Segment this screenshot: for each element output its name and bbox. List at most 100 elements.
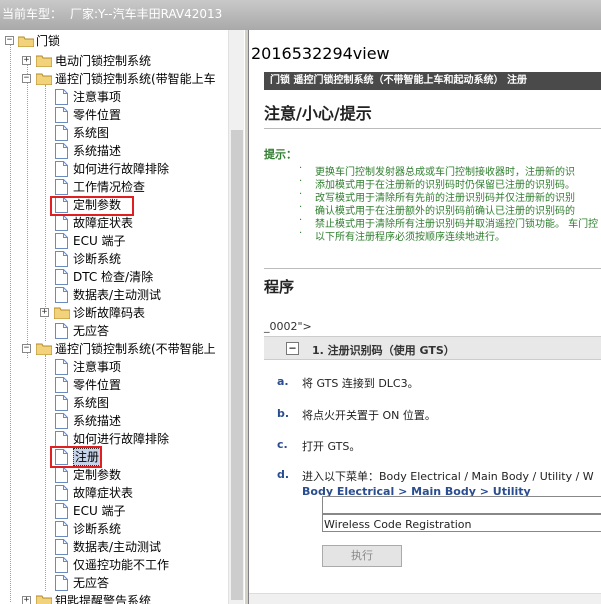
collapse-icon[interactable]: − [286, 342, 299, 355]
collapse-icon[interactable]: − [22, 344, 31, 353]
document-icon [55, 269, 68, 285]
tree-item-label: 系统描述 [73, 414, 122, 428]
tree-item[interactable]: 故障症状表 [0, 484, 228, 502]
content-pane: 2016532294view 门锁 遥控门锁控制系统（不带智能上车和起动系统） … [249, 30, 601, 604]
document-id: 2016532294view [251, 44, 390, 63]
document-icon [55, 125, 68, 141]
execute-button[interactable]: 执行 [322, 545, 402, 567]
navigation-tree: − 门锁 + 电动门锁控制系统 − 遥控门锁控制系统(带智能上车 注意事项零件位… [0, 30, 244, 604]
folder-open-icon [36, 343, 52, 355]
tree-item-label: 诊断系统 [73, 522, 122, 536]
step-letter: c. [277, 438, 288, 451]
tree-item[interactable]: 系统描述 [0, 142, 228, 160]
folder-open-icon [18, 35, 34, 47]
document-icon [55, 143, 68, 159]
tree-node-remote-lock-no-smart[interactable]: − 遥控门锁控制系统(不带智能上 [0, 340, 228, 358]
expand-icon[interactable]: + [40, 308, 49, 317]
tree-item[interactable]: 无应答 [0, 574, 228, 592]
document-icon [55, 179, 68, 195]
tree-node-root[interactable]: − 门锁 [0, 32, 228, 50]
tree-item[interactable]: 仅遥控功能不工作 [0, 556, 228, 574]
tree-node-power-door-lock[interactable]: + 电动门锁控制系统 [0, 52, 228, 70]
tree-item-label: 数据表/主动测试 [73, 288, 162, 302]
folder-icon [36, 55, 52, 67]
expand-icon[interactable]: + [22, 596, 31, 604]
expand-icon[interactable]: + [22, 56, 31, 65]
tree-item-label: 如何进行故障排除 [73, 162, 170, 176]
tree-item[interactable]: 注意事项 [0, 358, 228, 376]
document-icon [55, 521, 68, 537]
tree-item[interactable]: ECU 端子 [0, 232, 228, 250]
tree-label-folder3: 遥控门锁控制系统(不带智能上 [55, 342, 216, 356]
document-icon [55, 251, 68, 267]
tree-item[interactable]: 系统描述 [0, 412, 228, 430]
step-letter: d. [277, 468, 290, 481]
tree-label-folder2: 遥控门锁控制系统(带智能上车 [55, 72, 216, 86]
tree-scrollbar[interactable] [228, 30, 244, 604]
document-icon [55, 503, 68, 519]
tree-item[interactable]: 零件位置 [0, 106, 228, 124]
step-text: 将 GTS 连接到 DLC3。 [302, 377, 419, 390]
tree-item-label: ECU 端子 [73, 234, 126, 248]
vehicle-label: 当前车型： [2, 7, 63, 21]
tree-item-label: ECU 端子 [73, 504, 126, 518]
tree-item[interactable]: 注册 [0, 448, 228, 466]
title-bar: 当前车型： 厂家:Y--汽车丰田RAV42013 [0, 0, 601, 30]
tree-node-key-reminder[interactable]: + 钥匙提醒警告系统 [0, 592, 228, 604]
tree-item[interactable]: DTC 检查/清除 [0, 268, 228, 286]
divider [264, 128, 601, 129]
tree-item-label: 故障症状表 [73, 486, 134, 500]
tree-item-label: 零件位置 [73, 108, 122, 122]
tree-item[interactable]: 系统图 [0, 394, 228, 412]
tree-item-label: 系统图 [73, 126, 110, 140]
document-icon [55, 377, 68, 393]
bullet: · [299, 189, 303, 200]
tree-item[interactable]: 如何进行故障排除 [0, 160, 228, 178]
tree-node-dtc-table[interactable]: + 诊断故障码表 [0, 304, 228, 322]
step-header[interactable]: − 1. 注册识别码（使用 GTS） [264, 336, 601, 360]
tree-item[interactable]: 数据表/主动测试 [0, 286, 228, 304]
tree-item-label: 无应答 [73, 324, 110, 338]
tree-item[interactable]: 工作情况检查 [0, 178, 228, 196]
tree-node-remote-lock-smart[interactable]: − 遥控门锁控制系统(带智能上车 [0, 70, 228, 88]
folder-open-icon [36, 73, 52, 85]
tree-item[interactable]: 系统图 [0, 124, 228, 142]
empty-field [322, 496, 601, 514]
step-letter: a. [277, 375, 289, 388]
vehicle-name: 厂家:Y--汽车丰田RAV42013 [70, 7, 223, 21]
bullet: · [299, 163, 303, 174]
highlight-box-custom-params [50, 196, 134, 216]
tree-item[interactable]: 诊断系统 [0, 520, 228, 538]
bullet: · [299, 202, 303, 213]
tree-item-label: 无应答 [73, 576, 110, 590]
folder-icon [36, 595, 52, 604]
tree-item-label: 注意事项 [73, 360, 122, 374]
document-icon [55, 107, 68, 123]
collapse-icon[interactable]: − [22, 74, 31, 83]
collapse-icon[interactable]: − [5, 36, 14, 45]
bullet: · [299, 228, 303, 239]
tree-item[interactable]: 如何进行故障排除 [0, 430, 228, 448]
document-icon [55, 323, 68, 339]
tree-item-no-response-1[interactable]: 无应答 [0, 322, 228, 340]
tree-item[interactable]: 诊断系统 [0, 250, 228, 268]
content-horizontal-scrollbar[interactable] [249, 593, 601, 604]
hint-label: 提示： [264, 148, 297, 161]
tree-item[interactable]: ECU 端子 [0, 502, 228, 520]
tree-item-label: 系统图 [73, 396, 110, 410]
tree-scrollbar-thumb[interactable] [231, 130, 243, 600]
document-icon [55, 575, 68, 591]
hint-text: 以下所有注册程序必须按顺序连续地进行。 [315, 232, 505, 243]
tree-item-label: 零件位置 [73, 378, 122, 392]
tree-item-label: 故障症状表 [73, 216, 134, 230]
step-text: 进入以下菜单：Body Electrical / Main Body / Uti… [302, 470, 594, 483]
procedure-heading: 程序 [264, 278, 295, 296]
document-icon [55, 557, 68, 573]
tree-item[interactable]: 故障症状表 [0, 214, 228, 232]
tree-item[interactable]: 注意事项 [0, 88, 228, 106]
tree-item[interactable]: 数据表/主动测试 [0, 538, 228, 556]
document-icon [55, 485, 68, 501]
tree-item[interactable]: 零件位置 [0, 376, 228, 394]
tree-item-label: 系统描述 [73, 144, 122, 158]
tree-item[interactable]: 定制参数 [0, 466, 228, 484]
